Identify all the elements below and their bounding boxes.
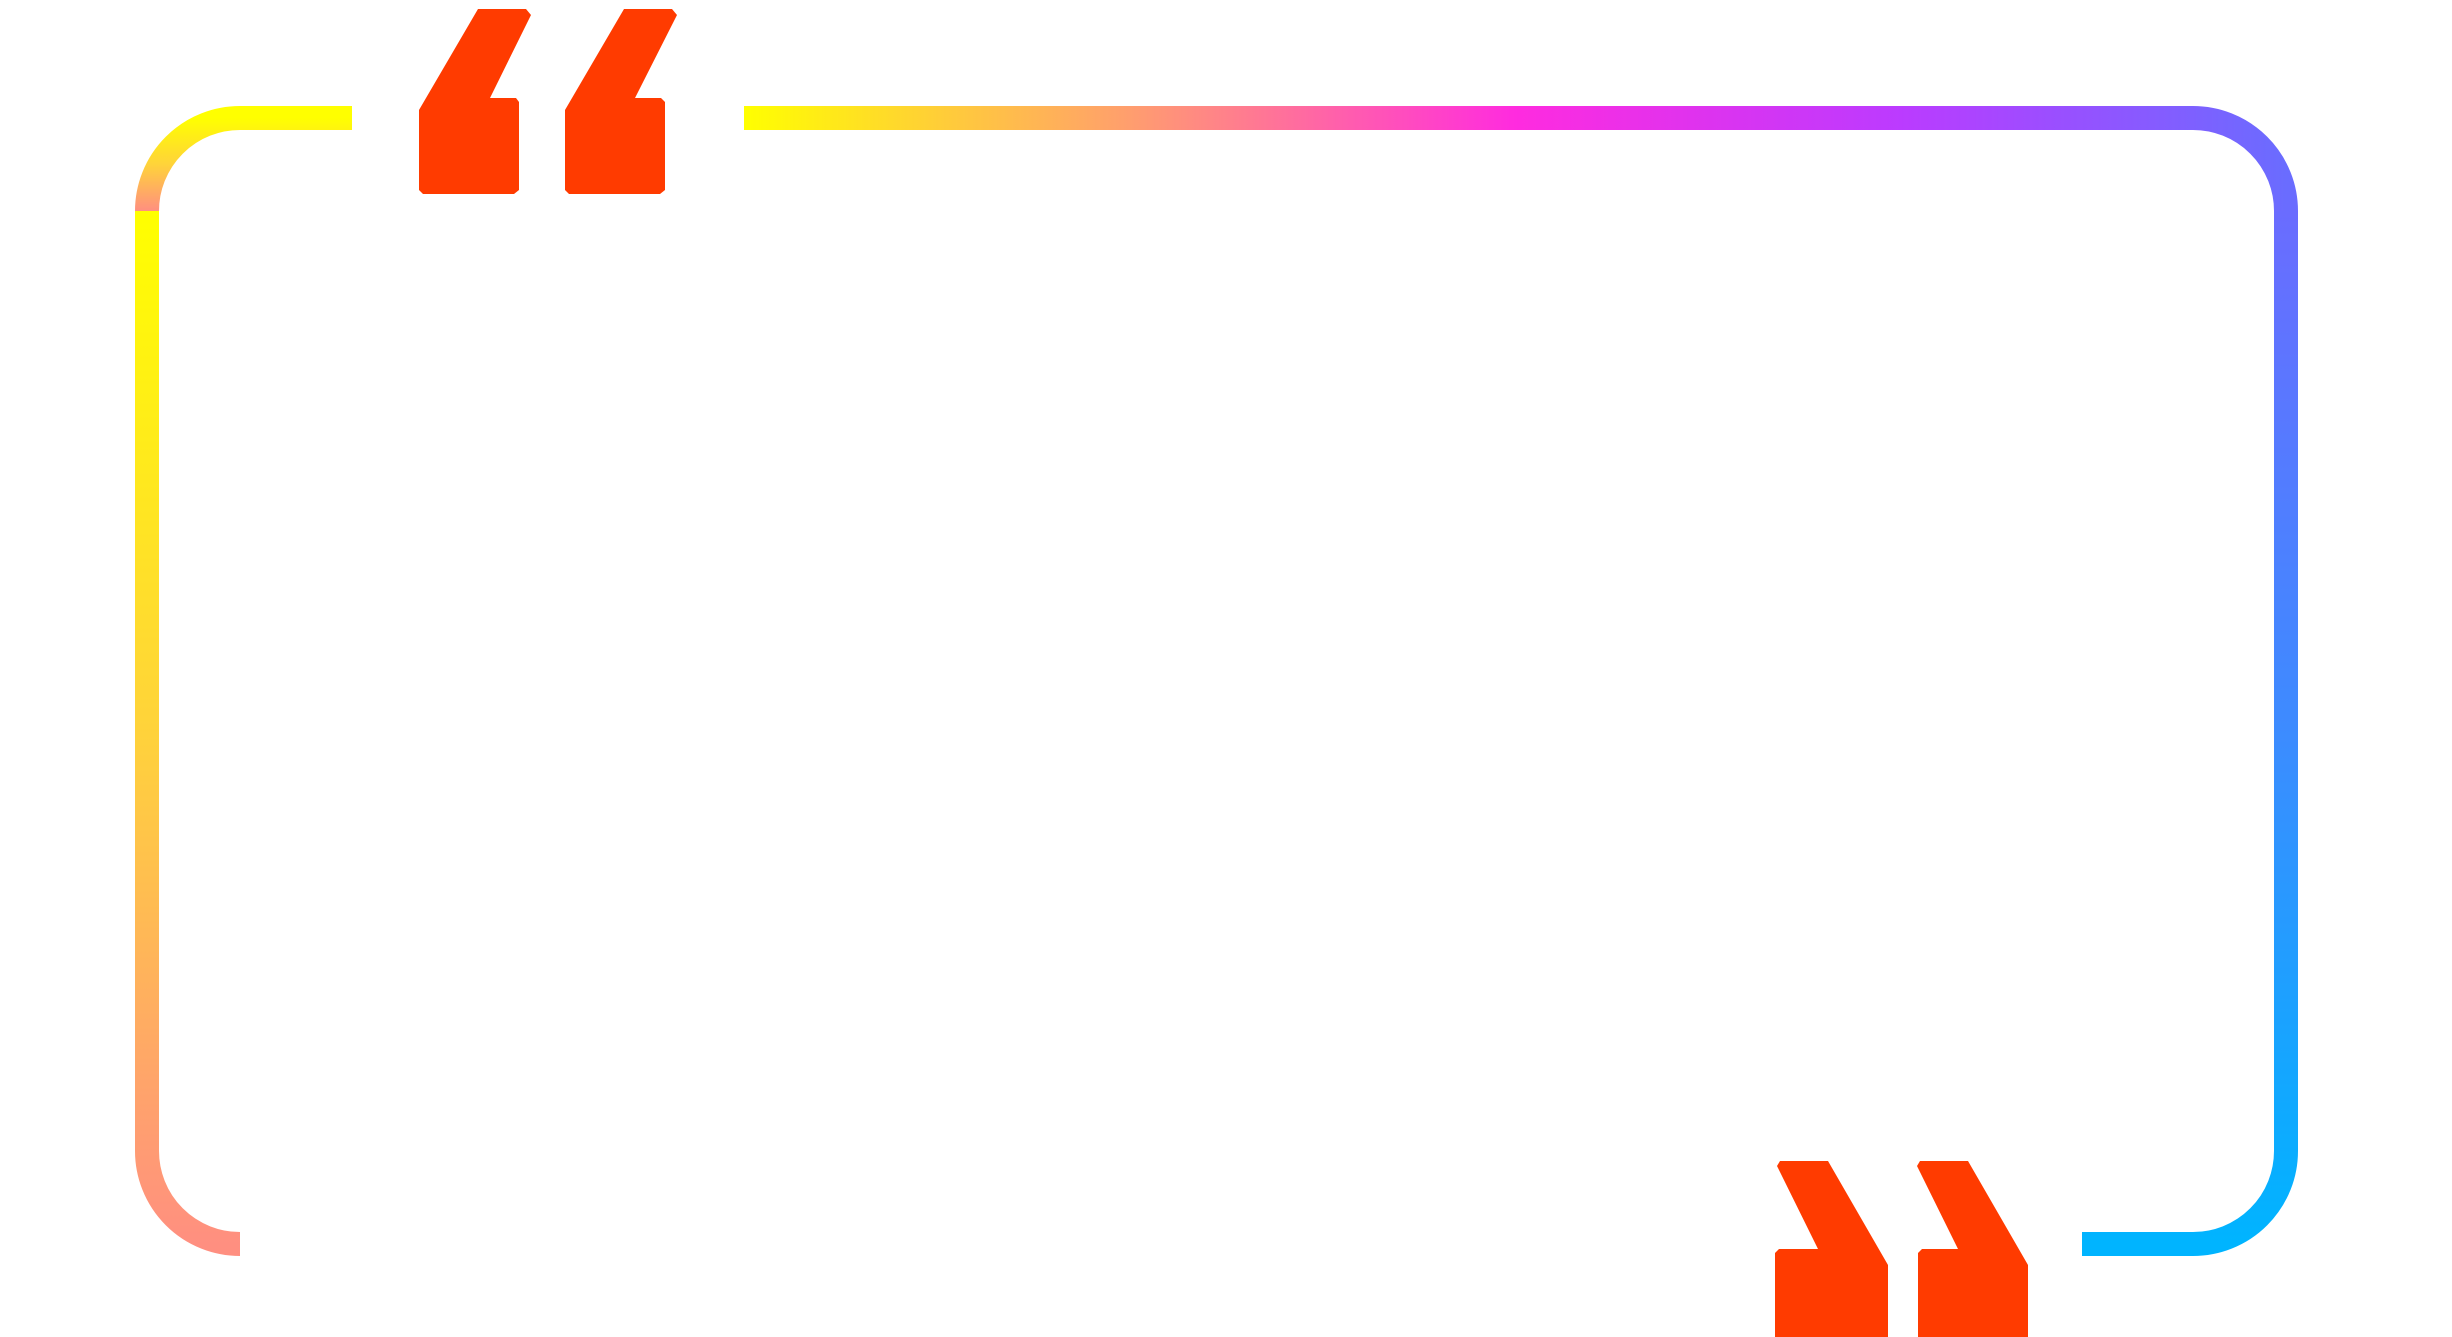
gradient-frame (135, 106, 2298, 1256)
closing-quote-icon (1775, 1161, 2028, 1337)
frame-left-side (135, 211, 241, 1256)
opening-quote-mark-right (565, 9, 677, 194)
frame-top-left-segment (135, 106, 352, 212)
quote-frame-canvas (135, 9, 2298, 1337)
opening-quote-mark-left (419, 9, 531, 194)
closing-quote-mark-right (1917, 1161, 2028, 1337)
closing-quote-mark-left (1775, 1161, 1888, 1337)
frame-top-right-segment (744, 106, 2298, 212)
opening-quote-icon (419, 9, 677, 194)
frame-right-side (2082, 211, 2298, 1256)
